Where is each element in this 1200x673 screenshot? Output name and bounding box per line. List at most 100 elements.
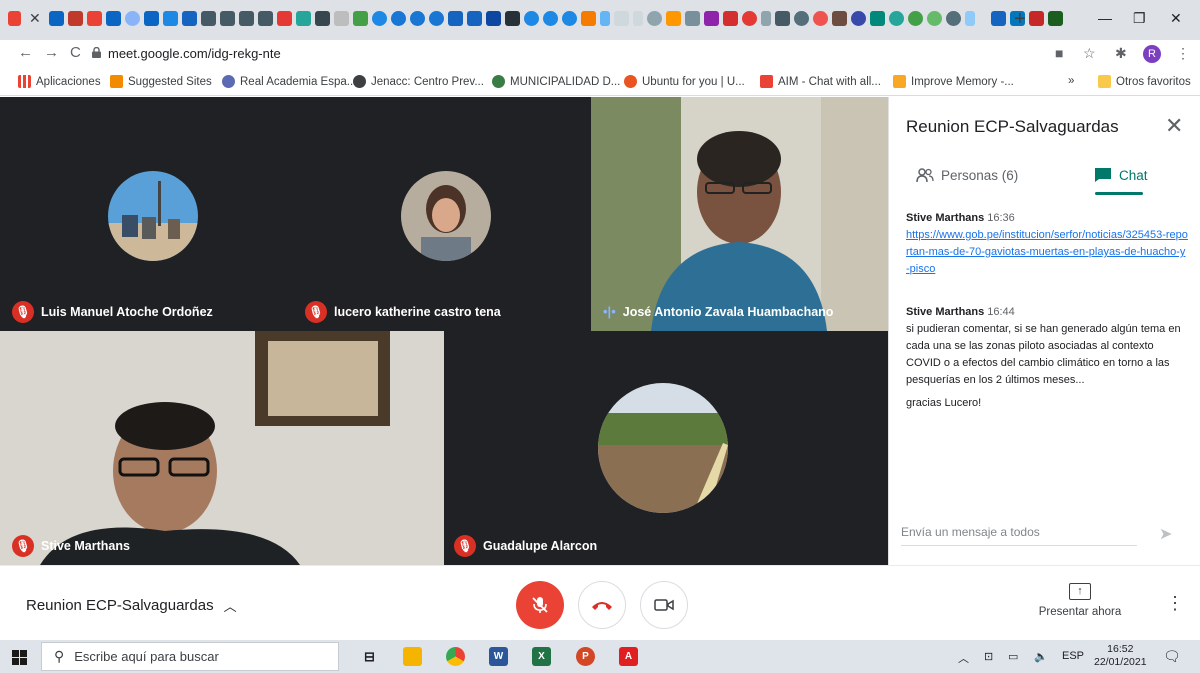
hang-up-button[interactable]: [578, 581, 626, 629]
tab-favicon[interactable]: [466, 11, 482, 26]
battery-icon[interactable]: ▭: [1008, 650, 1018, 663]
excel-icon[interactable]: X: [532, 647, 551, 666]
tab-favicon[interactable]: [162, 11, 178, 26]
participant-tile[interactable]: 🎙 lucero katherine castro tena: [295, 97, 591, 331]
bookmark-suggested-sites[interactable]: Suggested Sites: [110, 75, 212, 88]
gmail-tab-icon[interactable]: [86, 11, 102, 26]
tab-favicon[interactable]: [964, 11, 975, 26]
notifications-icon[interactable]: 🗨: [1163, 648, 1181, 665]
bookmark-municipalidad[interactable]: MUNICIPALIDAD D...: [492, 75, 620, 88]
powerpoint-icon[interactable]: P: [576, 647, 595, 666]
volume-icon[interactable]: 🔈: [1034, 650, 1048, 663]
send-icon[interactable]: ➤: [1159, 524, 1172, 544]
chat-message-input[interactable]: Envía un mensaje a todos: [901, 525, 1137, 546]
tab-favicon[interactable]: [428, 11, 444, 26]
tab-people[interactable]: Personas (6): [916, 167, 1018, 183]
tab-favicon[interactable]: [67, 11, 83, 26]
tab-favicon[interactable]: [390, 11, 406, 26]
tab-favicon[interactable]: [238, 11, 254, 26]
tab-favicon[interactable]: [722, 11, 738, 26]
language-indicator[interactable]: ESP: [1062, 650, 1084, 662]
word-icon[interactable]: W: [489, 647, 508, 666]
tab-favicon[interactable]: [542, 11, 558, 26]
tab-favicon[interactable]: [926, 11, 942, 26]
tab-favicon[interactable]: [561, 11, 577, 26]
tab-favicon[interactable]: [741, 11, 757, 26]
tab-favicon[interactable]: [907, 11, 923, 26]
bookmark-apps[interactable]: Aplicaciones: [18, 75, 101, 88]
linkedin-tab-icon[interactable]: [105, 11, 121, 26]
url-field[interactable]: meet.google.com/idg-rekg-nte: [108, 46, 281, 61]
reload-icon[interactable]: C: [70, 44, 81, 61]
tab-favicon[interactable]: [793, 11, 809, 26]
tab-favicon[interactable]: [990, 11, 1006, 26]
tab-favicon[interactable]: [124, 11, 140, 26]
new-tab-button[interactable]: +: [1014, 8, 1026, 31]
browser-menu-icon[interactable]: ⋮: [1176, 45, 1190, 62]
tab-favicon[interactable]: [599, 11, 610, 26]
bookmarks-overflow-button[interactable]: »: [1068, 75, 1074, 87]
close-tab-icon[interactable]: ✕: [29, 10, 41, 27]
task-view-icon[interactable]: ⊟: [360, 647, 379, 666]
minimize-button[interactable]: —: [1098, 10, 1112, 26]
taskbar-search-box[interactable]: ⚲ Escribe aquí para buscar: [41, 642, 339, 671]
network-icon[interactable]: ⊡: [984, 650, 993, 663]
tab-favicon[interactable]: [485, 11, 501, 26]
bookmark-jenacc[interactable]: Jenacc: Centro Prev...: [353, 75, 484, 88]
tab-favicon[interactable]: [523, 11, 539, 26]
tab-favicon[interactable]: [812, 11, 828, 26]
participant-tile[interactable]: 🎙 Stive Marthans: [0, 331, 444, 565]
profile-avatar[interactable]: R: [1143, 45, 1161, 63]
linkedin-tab-icon[interactable]: [48, 11, 64, 26]
tab-favicon[interactable]: [352, 11, 368, 26]
tab-favicon[interactable]: [504, 11, 520, 26]
tab-favicon[interactable]: [613, 11, 629, 26]
meeting-details-toggle[interactable]: Reunion ECP-Salvaguardas ︿: [26, 596, 237, 615]
tab-favicon[interactable]: [665, 11, 681, 26]
close-window-button[interactable]: ✕: [1170, 10, 1182, 27]
camera-indicator-icon[interactable]: ■: [1055, 45, 1063, 61]
tab-favicon[interactable]: [1028, 11, 1044, 26]
tab-favicon[interactable]: [869, 11, 885, 26]
participant-tile[interactable]: 🎙 Luis Manuel Atoche Ordoñez: [0, 97, 295, 331]
extensions-icon[interactable]: ✱: [1115, 45, 1127, 62]
acrobat-icon[interactable]: A: [619, 647, 638, 666]
bookmark-star-icon[interactable]: ☆: [1083, 45, 1096, 62]
tab-favicon[interactable]: [371, 11, 387, 26]
tab-favicon[interactable]: [646, 11, 662, 26]
bookmark-other-favorites[interactable]: Otros favoritos: [1098, 75, 1191, 88]
restore-button[interactable]: ❐: [1133, 10, 1146, 27]
tab-favicon[interactable]: [200, 11, 216, 26]
present-now-button[interactable]: ↑ Presentar ahora: [1035, 583, 1125, 618]
more-options-icon[interactable]: ⋮: [1166, 593, 1184, 614]
tab-favicon[interactable]: [257, 11, 273, 26]
tab-favicon[interactable]: [295, 11, 311, 26]
close-icon[interactable]: ✕: [1165, 113, 1183, 139]
tab-favicon[interactable]: [276, 11, 292, 26]
tab-favicon[interactable]: [760, 11, 771, 26]
bookmark-rae[interactable]: Real Academia Espa...: [222, 75, 356, 88]
tab-favicon[interactable]: [684, 11, 700, 26]
camera-toggle-button[interactable]: [640, 581, 688, 629]
participant-tile[interactable]: 🎙 Guadalupe Alarcon: [444, 331, 888, 565]
chevron-up-icon[interactable]: ︿: [958, 650, 969, 666]
tab-favicon[interactable]: [181, 11, 197, 26]
tab-favicon[interactable]: [632, 11, 643, 26]
taskbar-clock[interactable]: 16:52 22/01/2021: [1094, 643, 1147, 669]
bookmark-aim[interactable]: AIM - Chat with all...: [760, 75, 881, 88]
mic-toggle-button[interactable]: [516, 581, 564, 629]
tab-favicon[interactable]: [219, 11, 235, 26]
forward-icon[interactable]: →: [44, 44, 59, 61]
tab-favicon[interactable]: [850, 11, 866, 26]
tab-favicon[interactable]: [774, 11, 790, 26]
tab-chat[interactable]: Chat: [1094, 167, 1148, 183]
tab-favicon[interactable]: [703, 11, 719, 26]
tab-favicon[interactable]: [333, 11, 349, 26]
pinned-tab-favicons[interactable]: ✕: [8, 10, 1063, 27]
tab-favicon[interactable]: [831, 11, 847, 26]
message-link[interactable]: https://www.gob.pe/institucion/serfor/no…: [906, 229, 1188, 275]
tab-favicon[interactable]: [1047, 11, 1063, 26]
file-explorer-icon[interactable]: [403, 647, 422, 666]
bookmark-ubuntu[interactable]: Ubuntu for you | U...: [624, 75, 745, 88]
tab-favicon[interactable]: [888, 11, 904, 26]
